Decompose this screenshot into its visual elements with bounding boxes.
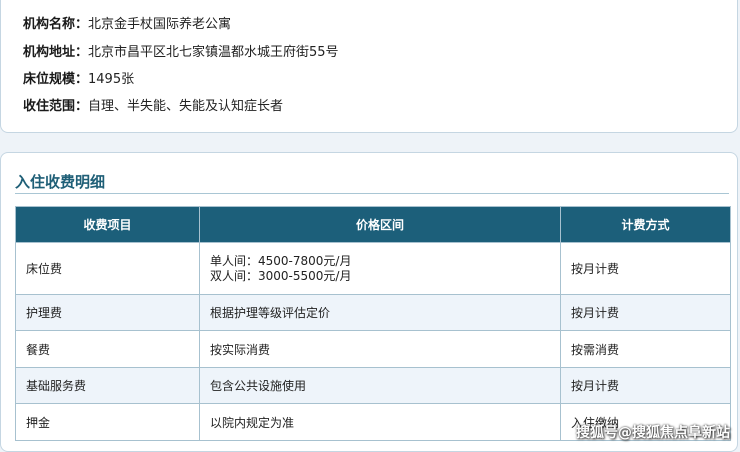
fee-price-cell: 单人间：4500-7800元/月 双人间：3000-5500元/月	[199, 242, 561, 295]
institution-name-row: 机构名称：北京金手杖国际养老公寓	[23, 16, 231, 34]
watermark-text: 搜狐号@搜狐焦点阜新站	[576, 425, 730, 441]
price-line: 单人间：4500-7800元/月	[210, 253, 352, 268]
institution-address-row: 机构地址：北京市昌平区北七家镇温都水城王府街55号	[23, 44, 339, 62]
fee-details-card: 入住收费明细 收费项目 价格区间 计费方式 床位费 单人间：4500-7800元…	[0, 152, 738, 452]
admission-scope-value: 自理、半失能、失能及认知症长者	[88, 99, 284, 114]
fee-item-cell: 护理费	[15, 294, 200, 331]
column-header-billing: 计费方式	[560, 206, 731, 243]
fee-item-cell: 床位费	[15, 242, 200, 295]
table-row: 护理费 根据护理等级评估定价 按月计费	[15, 294, 731, 331]
institution-address-label: 机构地址：	[23, 45, 89, 60]
admission-scope-label: 收住范围：	[23, 99, 89, 114]
admission-scope-row: 收住范围：自理、半失能、失能及认知症长者	[23, 98, 283, 116]
institution-address-value: 北京市昌平区北七家镇温都水城王府街55号	[88, 45, 339, 60]
institution-name-label: 机构名称：	[23, 17, 89, 32]
fee-item-cell: 押金	[15, 403, 200, 441]
fee-item-cell: 餐费	[15, 330, 200, 368]
fee-billing-cell: 按月计费	[560, 242, 731, 295]
fee-item-cell: 基础服务费	[15, 367, 200, 404]
bed-capacity-row: 床位规模：1495张	[23, 71, 134, 89]
fee-billing-cell: 按月计费	[560, 367, 731, 404]
institution-name-value: 北京金手杖国际养老公寓	[88, 17, 232, 32]
table-row: 基础服务费 包含公共设施使用 按月计费	[15, 367, 731, 404]
price-line: 双人间：3000-5500元/月	[210, 268, 352, 283]
fee-section-title: 入住收费明细	[15, 173, 106, 191]
fee-price-cell: 包含公共设施使用	[199, 367, 561, 404]
table-row: 床位费 单人间：4500-7800元/月 双人间：3000-5500元/月 按月…	[15, 242, 731, 295]
title-divider	[15, 193, 729, 194]
table-row: 餐费 按实际消费 按需消费	[15, 330, 731, 368]
fee-price-cell: 按实际消费	[199, 330, 561, 368]
fee-table-header-row: 收费项目 价格区间 计费方式	[15, 206, 731, 243]
bed-capacity-value: 1495张	[88, 72, 135, 87]
fee-price-cell: 根据护理等级评估定价	[199, 294, 561, 331]
fee-price-cell: 以院内规定为准	[199, 403, 561, 441]
institution-info-card: 机构名称：北京金手杖国际养老公寓 机构地址：北京市昌平区北七家镇温都水城王府街5…	[0, 0, 738, 133]
fee-billing-cell: 按月计费	[560, 294, 731, 331]
fee-billing-cell: 按需消费	[560, 330, 731, 368]
bed-capacity-label: 床位规模：	[23, 72, 89, 87]
column-header-item: 收费项目	[15, 206, 200, 243]
column-header-price: 价格区间	[199, 206, 561, 243]
fee-table: 收费项目 价格区间 计费方式 床位费 单人间：4500-7800元/月 双人间：…	[15, 206, 731, 441]
